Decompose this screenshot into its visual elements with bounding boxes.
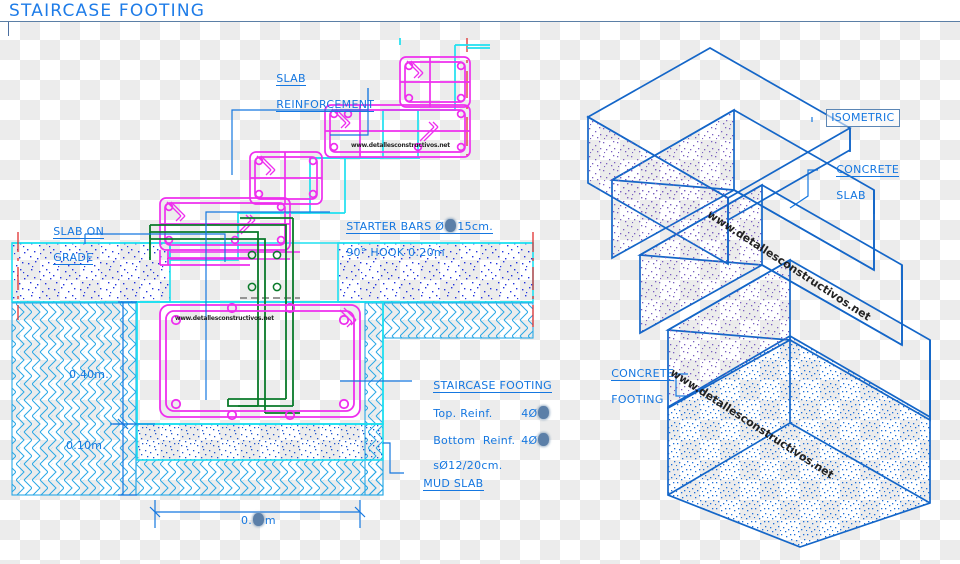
label-isometric: ISOMETRIC xyxy=(811,99,900,137)
footing-width-post: m xyxy=(264,514,276,527)
footing-spec-heading: STAIRCASE FOOTING xyxy=(433,378,552,393)
label-slab-on-grade-line2: GRADE xyxy=(53,250,94,265)
label-concrete-footing: CONCRETE FOOTING xyxy=(596,355,675,419)
footing-spec-top-value: 4Ø xyxy=(521,406,538,420)
footing-spec-top-label: Top. Reinf. xyxy=(433,406,493,420)
label-mud-slab-text: MUD SLAB xyxy=(423,476,484,491)
obscured-glyph-icon xyxy=(538,405,550,419)
label-slab-reinforcement: SLAB REINFORCEMENT xyxy=(261,60,375,125)
label-concrete-slab: CONCRETE SLAB xyxy=(821,151,900,215)
label-concrete-footing-line2: FOOTING xyxy=(611,392,664,406)
obscured-glyph-icon xyxy=(538,432,550,446)
label-starter-bars: STARTER BARS Ø 15cm. 90° HOOK 0.20m xyxy=(331,206,494,272)
watermark-footing-section: www.detallesconstructivos.net xyxy=(175,315,274,322)
label-starter-bars-line2: 90° HOOK 0.20m xyxy=(346,245,445,259)
drawing-canvas: STAIRCASE FOOTING SLAB REINFORCEMENT SLA… xyxy=(0,0,960,564)
label-concrete-slab-line2: SLAB xyxy=(836,188,866,202)
footing-width-pre: 0. xyxy=(241,514,252,527)
dimension-mud-slab-depth: 0.10m. xyxy=(66,439,106,452)
label-slab-on-grade-line1: SLAB ON xyxy=(53,224,105,239)
label-concrete-slab-line1: CONCRETE xyxy=(836,162,900,177)
footing-spec-bottom-label: Bottom Reinf. xyxy=(433,433,516,447)
footing-spec-bottom-value: 4Ø xyxy=(521,433,538,447)
dimension-footing-width: 0. m xyxy=(241,513,276,527)
starter-bars-text-pre: STARTER BARS Ø xyxy=(346,219,445,233)
watermark-upper-rebar: www.detallesconstructivos.net xyxy=(351,142,450,149)
label-mud-slab: MUD SLAB xyxy=(408,465,484,504)
starter-bars-text-post: 15cm. xyxy=(457,219,494,233)
label-starter-bars-line1: STARTER BARS Ø 15cm. xyxy=(346,218,494,234)
label-concrete-footing-line1: CONCRETE xyxy=(611,366,675,381)
obscured-glyph-icon xyxy=(252,513,264,526)
label-slab-on-grade: SLAB ON GRADE xyxy=(38,213,105,278)
label-slab-reinforcement-line1: SLAB xyxy=(276,71,306,86)
label-isometric-text: ISOMETRIC xyxy=(826,108,900,127)
dimension-footing-depth: 0.40m. xyxy=(69,368,109,381)
rebar-cage-step-top xyxy=(399,56,471,108)
mud-slab xyxy=(136,423,384,461)
label-slab-reinforcement-line2: REINFORCEMENT xyxy=(276,97,375,112)
rebar-cage-step-lower xyxy=(249,151,323,205)
stair-soffit-line xyxy=(344,110,419,213)
obscured-glyph-icon xyxy=(445,218,457,232)
